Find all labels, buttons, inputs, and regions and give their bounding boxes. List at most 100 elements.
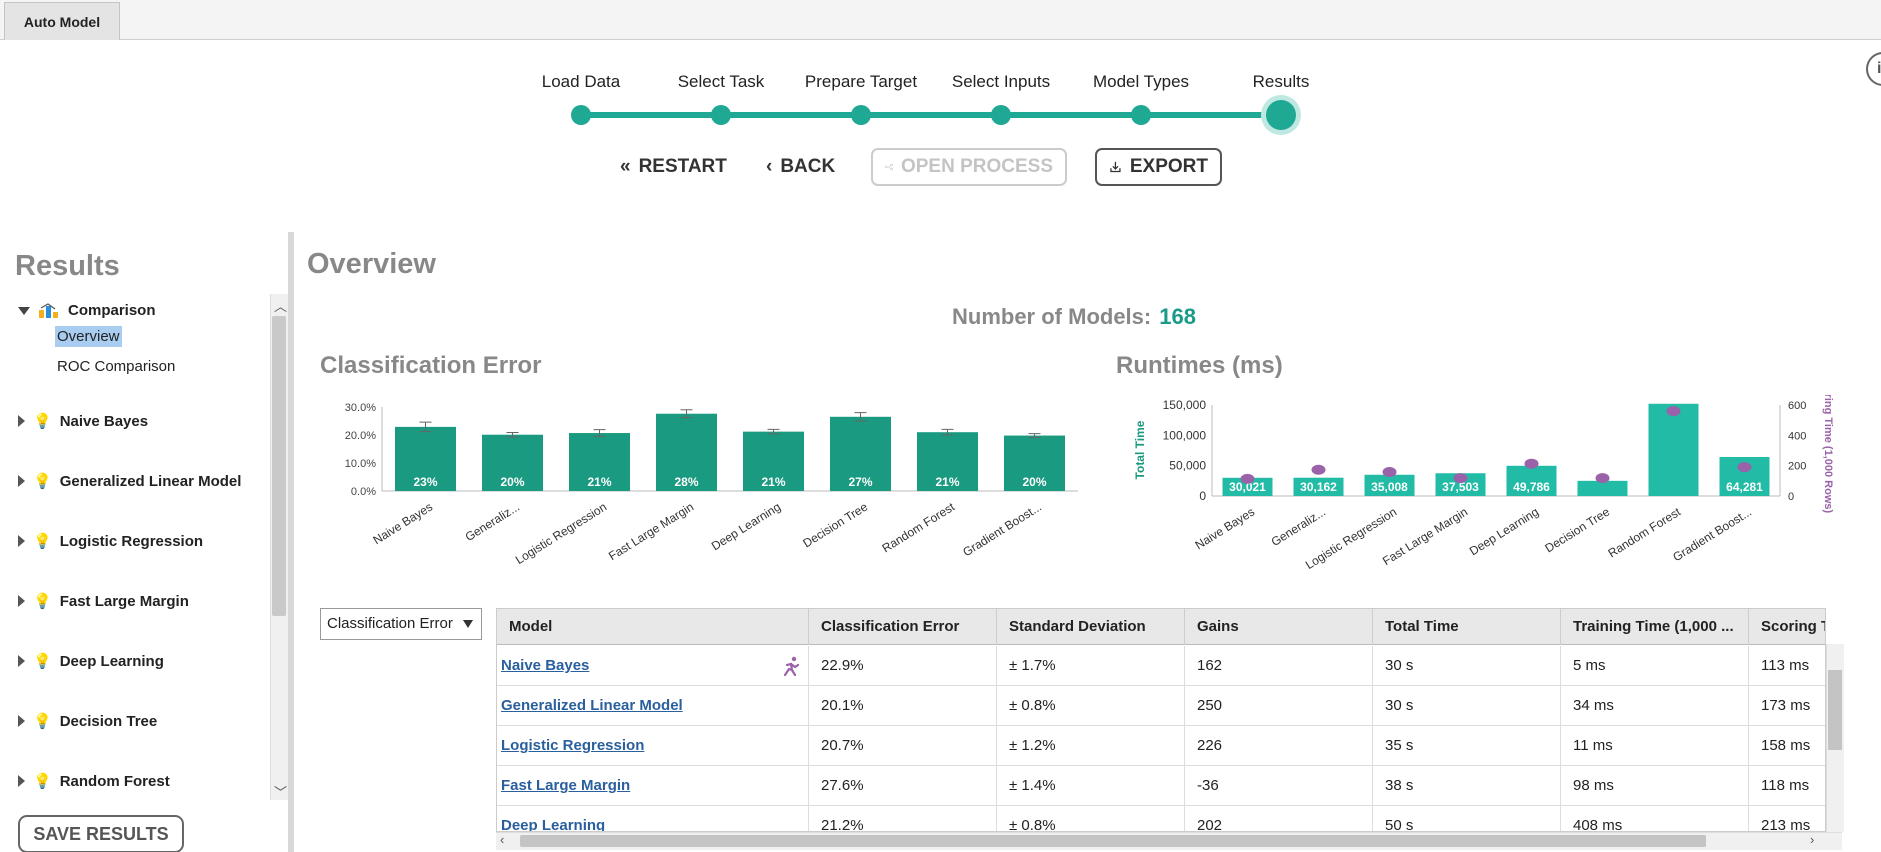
- export-button[interactable]: EXPORT: [1095, 148, 1222, 186]
- tree-item-naive-bayes[interactable]: 💡 Naive Bayes: [18, 412, 148, 430]
- step-label-select-task[interactable]: Select Task: [678, 72, 765, 92]
- scroll-left-icon[interactable]: ‹: [500, 832, 504, 847]
- scroll-right-icon[interactable]: ›: [1810, 832, 1814, 847]
- table-row[interactable]: Fast Large Margin 27.6% ± 1.4% -36 38 s 98 ms…: [497, 766, 1825, 806]
- tree-item-comparison[interactable]: Comparison: [18, 302, 156, 319]
- scroll-down-icon[interactable]: ﹀: [274, 782, 287, 801]
- scoring-time-point: [1382, 467, 1397, 478]
- tree-item-random-forest[interactable]: 💡 Random Forest: [18, 772, 170, 790]
- step-label-model-types[interactable]: Model Types: [1093, 72, 1189, 92]
- expand-right-icon[interactable]: [18, 775, 25, 787]
- model-link[interactable]: Logistic Regression: [497, 726, 809, 766]
- open-process-button[interactable]: OPEN PROCESS: [871, 148, 1067, 186]
- sidebar-scroll-thumb[interactable]: [272, 316, 286, 616]
- bar-data-label: 64,281: [1726, 480, 1763, 494]
- tree-item-overview[interactable]: Overview: [55, 326, 122, 347]
- tree-item-decision-tree[interactable]: 💡 Decision Tree: [18, 712, 157, 730]
- table-cell: 5 ms: [1561, 646, 1749, 686]
- table-cell: -36: [1185, 766, 1373, 806]
- step-label-results[interactable]: Results: [1253, 72, 1310, 92]
- bar-data-label: 35,008: [1371, 480, 1408, 494]
- expand-right-icon[interactable]: [18, 415, 25, 427]
- table-cell: 22.9%: [809, 646, 997, 686]
- column-header-training-time[interactable]: Training Time (1,000 ...: [1561, 609, 1749, 645]
- step-dot-results[interactable]: [1266, 100, 1296, 130]
- table-cell: 213 ms: [1749, 806, 1825, 831]
- table-cell: 113 ms: [1749, 646, 1825, 686]
- step-dot-select-task[interactable]: [711, 105, 731, 125]
- tree-label-comparison: Comparison: [68, 302, 156, 319]
- step-dot-load-data[interactable]: [571, 105, 591, 125]
- table-cell: ± 1.4%: [997, 766, 1185, 806]
- scoring-time-point: [1666, 406, 1681, 417]
- model-link[interactable]: Deep Learning: [497, 806, 809, 831]
- tree-item-logistic-regression[interactable]: 💡 Logistic Regression: [18, 532, 203, 550]
- help-icon[interactable]: i: [1866, 52, 1881, 86]
- number-of-models: Number of Models: 168: [952, 304, 1196, 330]
- table-row[interactable]: Logistic Regression 20.7% ± 1.2% 226 35 s 11 …: [497, 726, 1825, 766]
- tree-item-deep-learning[interactable]: 💡 Deep Learning: [18, 652, 164, 670]
- expand-right-icon[interactable]: [18, 595, 25, 607]
- tree-label: Random Forest: [59, 772, 170, 790]
- tree-item-generalized-linear-model[interactable]: 💡 Generalized Linear Model: [18, 472, 241, 490]
- model-link[interactable]: Naive Bayes: [497, 646, 809, 686]
- y2-tick-label: 200: [1788, 461, 1806, 473]
- table-cell: ± 0.8%: [997, 686, 1185, 726]
- open-process-label: OPEN PROCESS: [900, 156, 1053, 177]
- table-cell: 21.2%: [809, 806, 997, 831]
- model-link[interactable]: Generalized Linear Model: [497, 686, 809, 726]
- step-label-load-data[interactable]: Load Data: [542, 72, 620, 92]
- x-tick-label: Fast Large Margin: [606, 500, 696, 563]
- expand-down-icon[interactable]: [18, 306, 30, 315]
- step-label-prepare-target[interactable]: Prepare Target: [805, 72, 917, 92]
- expand-right-icon[interactable]: [18, 475, 25, 487]
- column-header-model[interactable]: Model: [497, 609, 809, 645]
- results-table: Model Classification Error Standard Devi…: [496, 608, 1826, 832]
- table-vertical-scroll-thumb[interactable]: [1828, 670, 1842, 750]
- step-label-select-inputs[interactable]: Select Inputs: [952, 72, 1050, 92]
- restart-button[interactable]: « RESTART: [620, 148, 727, 186]
- tab-auto-model[interactable]: Auto Model: [4, 2, 120, 40]
- table-cell: 34 ms: [1561, 686, 1749, 726]
- y-tick-label: 10.0%: [345, 458, 376, 470]
- step-dot-prepare-target[interactable]: [851, 105, 871, 125]
- panel-splitter[interactable]: [288, 232, 294, 852]
- save-results-button[interactable]: SAVE RESULTS: [18, 815, 184, 852]
- expand-right-icon[interactable]: [18, 715, 25, 727]
- x-tick-label: Deep Learning: [1467, 505, 1541, 559]
- expand-right-icon[interactable]: [18, 655, 25, 667]
- column-header-total-time[interactable]: Total Time: [1373, 609, 1561, 645]
- tree-label: Deep Learning: [59, 652, 164, 670]
- classification-error-chart: 0.0% 10.0% 20.0% 30.0% 23% Naive Bayes 20% Gene…: [345, 402, 1078, 567]
- tree-item-fast-large-margin[interactable]: 💡 Fast Large Margin: [18, 592, 189, 610]
- lightbulb-icon: 💡: [33, 653, 52, 670]
- table-horizontal-scroll-thumb[interactable]: [520, 835, 1706, 847]
- table-row[interactable]: Generalized Linear Model 20.1% ± 0.8% 250 30…: [497, 686, 1825, 726]
- bar: [1648, 403, 1699, 496]
- lightbulb-icon: 💡: [33, 533, 52, 550]
- table-cell: 118 ms: [1749, 766, 1825, 806]
- scroll-up-icon[interactable]: ︿: [274, 296, 287, 315]
- table-row[interactable]: Naive Bayes 22.9% ± 1.7% 162 30 s5 ms 113 ms: [497, 646, 1825, 686]
- metric-select[interactable]: Classification Error: [320, 608, 482, 640]
- tree-label: Logistic Regression: [59, 532, 204, 550]
- export-label: EXPORT: [1129, 156, 1208, 177]
- number-of-models-label: Number of Models:: [952, 304, 1152, 329]
- column-header-standard-deviation[interactable]: Standard Deviation: [997, 609, 1185, 645]
- column-header-classification-error[interactable]: Classification Error: [809, 609, 997, 645]
- model-link[interactable]: Fast Large Margin: [497, 766, 809, 806]
- back-button[interactable]: ‹ BACK: [766, 148, 835, 186]
- chart-title-runtimes: Runtimes (ms): [1116, 352, 1283, 379]
- column-header-scoring-time[interactable]: Scoring T: [1749, 609, 1825, 645]
- expand-right-icon[interactable]: [18, 535, 25, 547]
- x-tick-label: Generaliz...: [1269, 505, 1328, 549]
- step-dot-select-inputs[interactable]: [991, 105, 1011, 125]
- table-row[interactable]: Deep Learning 21.2% ± 0.8% 202 50 s 408 ms 213…: [497, 806, 1825, 831]
- column-header-gains[interactable]: Gains: [1185, 609, 1373, 645]
- x-tick-label: Decision Tree: [1542, 505, 1612, 556]
- x-tick-label: Logistic Regression: [513, 500, 609, 567]
- runtimes-chart: 0 50,000 100,000 150,000 0 200 400 600 Total Tim…: [1133, 395, 1834, 572]
- step-dot-model-types[interactable]: [1131, 105, 1151, 125]
- tree-item-roc-comparison[interactable]: ROC Comparison: [55, 356, 177, 377]
- y2-tick-label: 0: [1788, 491, 1794, 503]
